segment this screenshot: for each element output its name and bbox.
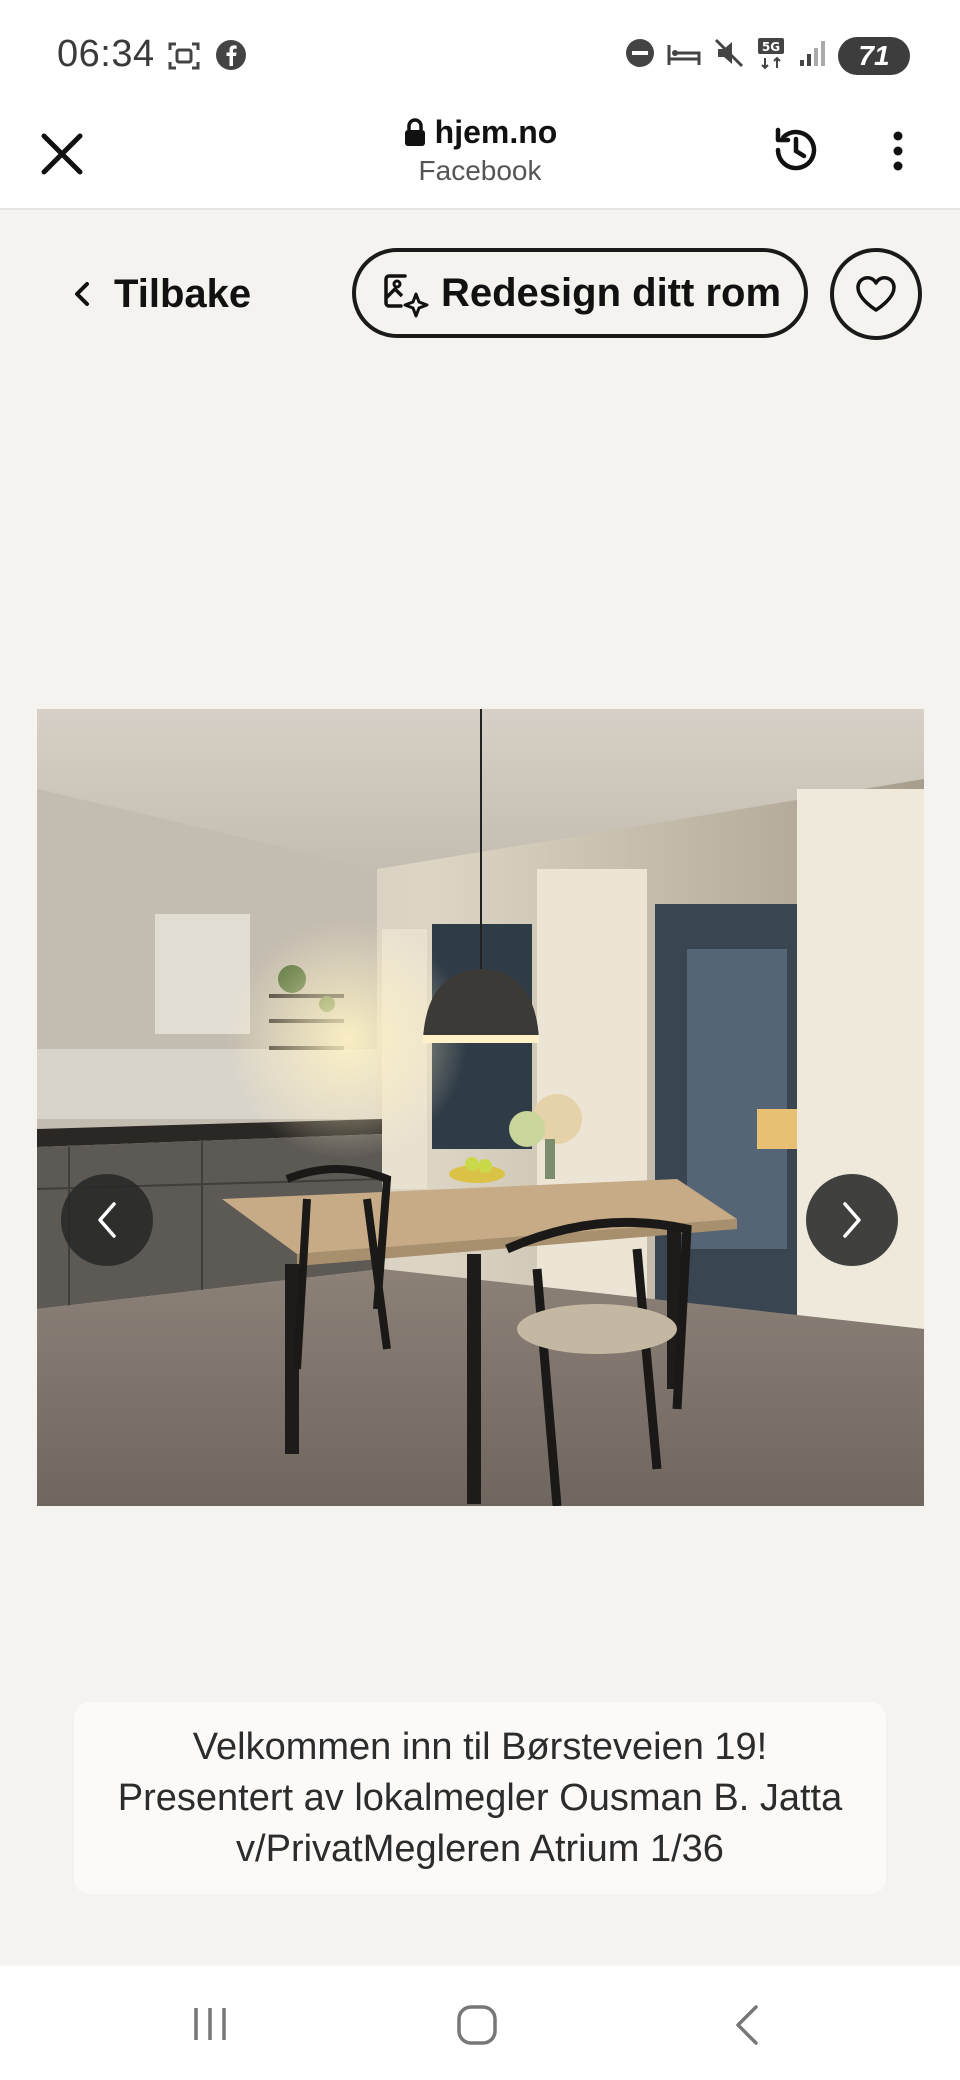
- more-vertical-icon: [893, 131, 903, 171]
- close-icon: [41, 133, 83, 175]
- recents-icon: [194, 2008, 226, 2040]
- signal-icon: [798, 38, 828, 73]
- more-options-button[interactable]: [880, 126, 916, 176]
- redesign-label: Redesign ditt rom: [440, 270, 782, 315]
- recents-button[interactable]: [190, 2006, 230, 2047]
- previous-image-button[interactable]: [61, 1174, 153, 1266]
- close-button[interactable]: [36, 128, 88, 180]
- status-left-icons: [166, 38, 248, 79]
- screenshot-icon: [166, 38, 202, 79]
- redesign-room-button[interactable]: Redesign ditt rom: [352, 248, 808, 338]
- room-photo-illustration: [37, 709, 924, 1506]
- history-icon: [775, 127, 817, 171]
- back-button[interactable]: [732, 2004, 762, 2051]
- 5g-icon: 5G: [756, 36, 788, 75]
- favorite-button[interactable]: [830, 248, 922, 340]
- next-image-button[interactable]: [806, 1174, 898, 1266]
- chevron-left-icon: [75, 282, 89, 306]
- status-bar: 06:34 5G 71: [0, 0, 960, 112]
- sleep-mode-icon: [666, 37, 702, 74]
- home-icon: [457, 2005, 497, 2045]
- mute-icon: [712, 36, 746, 75]
- system-nav-bar: [0, 1966, 960, 2080]
- url-subtitle: Facebook: [418, 155, 542, 186]
- ai-redesign-icon: [384, 274, 429, 318]
- status-time: 06:34: [57, 33, 155, 75]
- browser-bar: hjem.no Facebook: [0, 112, 960, 210]
- url-text: hjem.no: [434, 114, 558, 150]
- home-button[interactable]: [456, 2004, 498, 2051]
- back-label: Tilbake: [114, 271, 252, 316]
- heart-icon: [856, 276, 896, 312]
- image-caption: Velkommen inn til Børsteveien 19! Presen…: [74, 1702, 886, 1894]
- history-button[interactable]: [766, 120, 826, 180]
- back-link[interactable]: Tilbake: [72, 264, 251, 324]
- chevron-left-icon: [98, 1202, 116, 1238]
- battery-level: 71: [858, 39, 890, 71]
- chevron-right-icon: [843, 1202, 861, 1238]
- facebook-icon: [214, 38, 248, 79]
- lock-icon: [404, 117, 425, 146]
- do-not-disturb-icon: [624, 37, 656, 74]
- back-icon: [736, 2005, 758, 2045]
- status-right-icons: 5G 71: [624, 36, 910, 75]
- battery-icon: 71: [838, 36, 910, 75]
- caption-text: Velkommen inn til Børsteveien 19! Presen…: [117, 1725, 843, 1870]
- listing-photo[interactable]: [37, 709, 924, 1506]
- svg-text:5G: 5G: [762, 40, 780, 54]
- url-display[interactable]: hjem.no Facebook: [300, 112, 660, 187]
